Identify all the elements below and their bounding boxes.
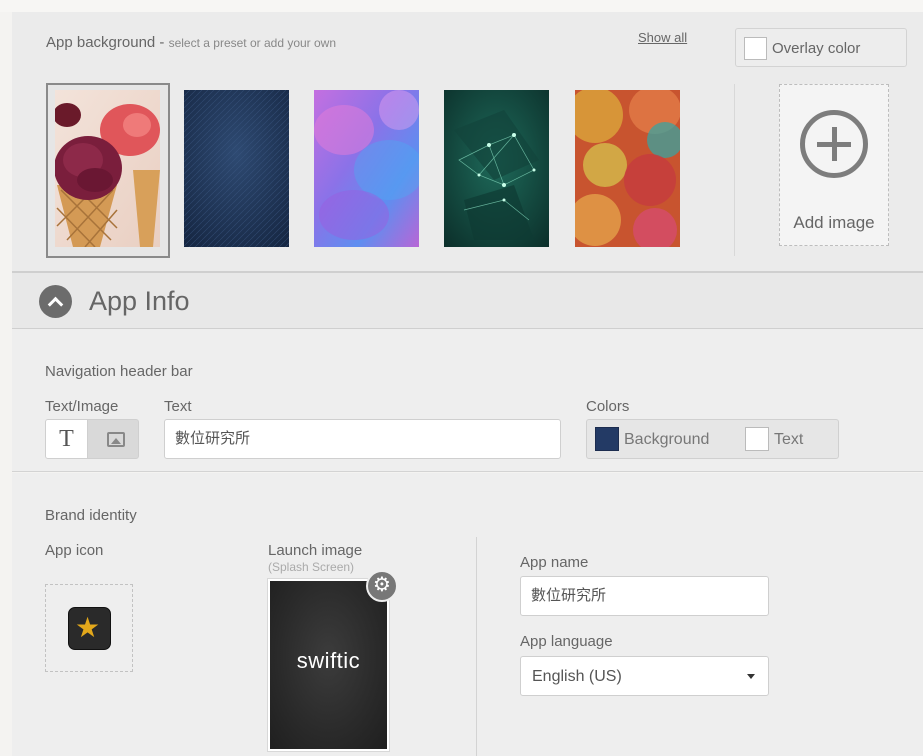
- image-mode-icon[interactable]: [107, 432, 125, 447]
- app-background-title: App background - select a preset or add …: [46, 34, 336, 51]
- launch-image-preview[interactable]: swiftic: [268, 579, 389, 751]
- app-language-label: App language: [520, 633, 613, 650]
- text-image-label: Text/Image: [45, 398, 119, 415]
- preset-thumbnail-dark-blue-texture[interactable]: [184, 90, 289, 247]
- background-color-label: Background: [624, 431, 710, 448]
- overlay-color-button[interactable]: Overlay color: [735, 28, 907, 67]
- app-icon-upload[interactable]: ★: [45, 584, 133, 672]
- show-all-link[interactable]: Show all: [638, 30, 687, 45]
- preset-thumbnail-colorful-bokeh[interactable]: [575, 90, 680, 247]
- app-background-section: App background - select a preset or add …: [12, 12, 923, 271]
- top-strip: [0, 0, 923, 12]
- navigation-header-label: Navigation header bar: [45, 363, 193, 380]
- colors-label: Colors: [586, 398, 630, 415]
- app-background-subtitle: select a preset or add your own: [168, 36, 337, 50]
- brand-identity-label: Brand identity: [45, 507, 137, 524]
- add-image-button[interactable]: Add image: [779, 84, 889, 246]
- caret-down-icon: [747, 674, 755, 679]
- text-color-label: Text: [774, 431, 804, 448]
- star-icon: ★: [75, 612, 101, 643]
- brand-identity-section: Brand identity App icon Launch image (Sp…: [12, 473, 923, 756]
- launch-brand-text: swiftic: [296, 648, 361, 673]
- app-language-select[interactable]: English (US): [520, 656, 769, 696]
- plus-circle-icon: [800, 110, 868, 178]
- launch-image-sublabel: (Splash Screen): [268, 560, 355, 574]
- navigation-header-section: Navigation header bar Text/Image Text Co…: [12, 329, 923, 472]
- app-name-label: App name: [520, 554, 589, 571]
- header-text-input[interactable]: 數位研究所: [164, 419, 561, 459]
- gear-icon[interactable]: ⚙: [366, 570, 398, 602]
- divider: [734, 84, 735, 256]
- app-name-input[interactable]: 數位研究所: [520, 576, 769, 616]
- overlay-color-swatch[interactable]: [744, 37, 767, 60]
- title-separator: -: [155, 34, 169, 51]
- app-info-title: App Info: [89, 286, 190, 316]
- preset-thumbnail-purple-blur[interactable]: [314, 90, 419, 247]
- divider: [476, 537, 477, 756]
- text-mode-icon[interactable]: T: [46, 420, 88, 458]
- app-language-value: English (US): [532, 668, 622, 685]
- launch-image-label: Launch image: [268, 542, 363, 559]
- app-info-header[interactable]: App Info: [12, 273, 923, 329]
- chevron-up-icon[interactable]: [39, 285, 72, 318]
- preset-thumbnail-ice-cream[interactable]: [55, 90, 160, 247]
- background-color-swatch[interactable]: [595, 427, 619, 451]
- app-background-label: App background: [46, 34, 156, 51]
- text-color-swatch[interactable]: [745, 427, 769, 451]
- header-text-label: Text: [164, 398, 192, 415]
- overlay-color-label: Overlay color: [772, 40, 861, 57]
- preset-thumbnail-green-polygon-network[interactable]: [444, 90, 549, 247]
- add-image-label: Add image: [793, 213, 875, 232]
- header-colors-group: Background Text: [586, 419, 839, 459]
- text-image-toggle[interactable]: T: [45, 419, 139, 459]
- app-icon-image: ★: [68, 607, 111, 650]
- app-icon-label: App icon: [45, 542, 104, 559]
